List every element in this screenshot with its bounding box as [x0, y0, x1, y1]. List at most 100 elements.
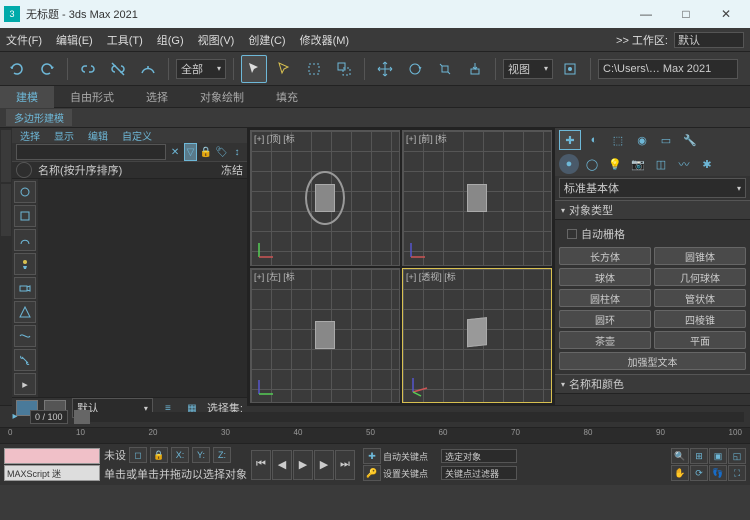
viewport-top[interactable]: [+] [顶] [标	[250, 130, 400, 266]
filter-light-icon[interactable]	[14, 253, 36, 275]
goto-end-button[interactable]: ⏭	[335, 450, 355, 480]
autokey-toggle[interactable]: ✚	[363, 448, 381, 464]
dock-tab[interactable]	[1, 130, 11, 182]
filter-geometry-icon[interactable]	[14, 205, 36, 227]
viewport-perspective[interactable]: [+] [透视] [标	[402, 268, 552, 404]
modify-tab[interactable]: ◐	[583, 130, 605, 150]
scene-tab-edit[interactable]: 编辑	[88, 128, 108, 143]
workzone-input[interactable]	[674, 32, 744, 48]
project-path[interactable]: C:\Users\… Max 2021	[598, 59, 738, 79]
ribbon-tab-populate[interactable]: 填充	[260, 86, 314, 108]
isolate-icon[interactable]: ◻	[129, 447, 147, 463]
next-frame-button[interactable]: ▶	[314, 450, 334, 480]
play-button[interactable]: ▶	[293, 450, 313, 480]
maximize-viewport-button[interactable]: ⛶	[728, 465, 746, 481]
motion-tab[interactable]: ◉	[631, 130, 653, 150]
torus-button[interactable]: 圆环	[559, 310, 651, 328]
category-dropdown[interactable]: 标准基本体	[559, 178, 746, 198]
rollout-name-color[interactable]: 名称和颜色	[555, 374, 750, 394]
goto-start-button[interactable]: ⏮	[251, 450, 271, 480]
select-button[interactable]	[241, 55, 267, 83]
select-name-button[interactable]	[271, 55, 297, 83]
ref-coord-dropdown[interactable]: 视图	[503, 59, 553, 79]
menu-group[interactable]: 组(G)	[157, 32, 184, 48]
redo-button[interactable]	[34, 55, 60, 83]
timeline-ruler[interactable]: 0102030405060708090100	[0, 427, 750, 443]
link-button[interactable]	[75, 55, 101, 83]
pyramid-button[interactable]: 四棱锥	[654, 310, 746, 328]
textplus-button[interactable]: 加强型文本	[559, 352, 746, 370]
helpers-icon[interactable]: ◫	[651, 154, 671, 174]
filter-spacewarp-icon[interactable]	[14, 325, 36, 347]
clear-search-button[interactable]: ✕	[169, 143, 181, 161]
viewport-label[interactable]: [+] [左] [标	[254, 270, 295, 283]
filter-helper-icon[interactable]	[14, 301, 36, 323]
rotate-button[interactable]	[402, 55, 428, 83]
zoom-region-button[interactable]: ◱	[728, 448, 746, 464]
close-button[interactable]: ✕	[706, 0, 746, 28]
orbit-button[interactable]: ⟳	[690, 465, 708, 481]
move-button[interactable]	[372, 55, 398, 83]
menu-view[interactable]: 视图(V)	[198, 32, 235, 48]
xyz-icon[interactable]: X:	[171, 447, 189, 463]
time-thumb[interactable]	[74, 410, 90, 424]
menu-tools[interactable]: 工具(T)	[107, 32, 143, 48]
display-tab[interactable]: ▭	[655, 130, 677, 150]
menu-edit[interactable]: 编辑(E)	[56, 32, 93, 48]
expand-timeline-icon[interactable]: ▸	[6, 408, 24, 426]
cone-button[interactable]: 圆锥体	[654, 247, 746, 265]
plane-button[interactable]: 平面	[654, 331, 746, 349]
create-tab[interactable]: ✚	[559, 130, 581, 150]
scale-button[interactable]	[432, 55, 458, 83]
lights-icon[interactable]: 💡	[605, 154, 625, 174]
filter-button[interactable]: ▽	[184, 143, 197, 161]
scene-tab-custom[interactable]: 自定义	[122, 128, 152, 143]
hierarchy-tab[interactable]: ⬚	[607, 130, 629, 150]
time-track[interactable]	[74, 412, 744, 422]
ribbon-tab-selection[interactable]: 选择	[130, 86, 184, 108]
cylinder-button[interactable]: 圆柱体	[559, 289, 651, 307]
column-name[interactable]: 名称(按升序排序)	[38, 162, 122, 178]
zoom-extents-button[interactable]: ▣	[709, 448, 727, 464]
minimize-button[interactable]: —	[626, 0, 666, 28]
viewport-label[interactable]: [+] [前] [标	[406, 132, 447, 145]
xyz-icon[interactable]: Z:	[213, 447, 231, 463]
teapot-button[interactable]: 茶壶	[559, 331, 651, 349]
setkey-button[interactable]: 🔑	[363, 465, 381, 481]
viewport-label[interactable]: [+] [透视] [标	[406, 270, 456, 283]
keymode-dropdown[interactable]: 选定对象	[441, 449, 517, 463]
dock-tab[interactable]	[1, 184, 11, 236]
window-crossing-button[interactable]	[331, 55, 357, 83]
sort-icon[interactable]: ↕	[231, 143, 243, 161]
spacewarps-icon[interactable]: 〰	[674, 154, 694, 174]
maxscript-mini[interactable]	[4, 448, 100, 464]
viewport-left[interactable]: [+] [左] [标	[250, 268, 400, 404]
pan-button[interactable]: ✋	[671, 465, 689, 481]
column-freeze[interactable]: 冻结	[221, 162, 243, 178]
menu-file[interactable]: 文件(F)	[6, 32, 42, 48]
bind-button[interactable]	[135, 55, 161, 83]
viewport-front[interactable]: [+] [前] [标	[402, 130, 552, 266]
undo-button[interactable]	[4, 55, 30, 83]
poly-modeling-tab[interactable]: 多边形建模	[6, 109, 72, 126]
utilities-tab[interactable]: 🔧	[679, 130, 701, 150]
rollout-object-type[interactable]: 对象类型	[555, 200, 750, 220]
maxscript-listener[interactable]: MAXScript 迷	[4, 465, 100, 481]
ribbon-tab-freeform[interactable]: 自由形式	[54, 86, 130, 108]
frame-display[interactable]: 0 / 100	[30, 410, 68, 424]
geometry-icon[interactable]: ●	[559, 154, 579, 174]
ribbon-tab-modeling[interactable]: 建模	[0, 86, 54, 108]
filter-expand-icon[interactable]: ▸	[14, 373, 36, 395]
maximize-button[interactable]: □	[666, 0, 706, 28]
systems-icon[interactable]: ✱	[697, 154, 717, 174]
filter-all-icon[interactable]	[14, 181, 36, 203]
rect-select-button[interactable]	[301, 55, 327, 83]
scene-search-input[interactable]	[16, 144, 166, 160]
place-button[interactable]	[462, 55, 488, 83]
visibility-icon[interactable]	[16, 162, 32, 178]
viewport-label[interactable]: [+] [顶] [标	[254, 132, 295, 145]
walk-button[interactable]: 👣	[709, 465, 727, 481]
box-button[interactable]: 长方体	[559, 247, 651, 265]
scene-tab-select[interactable]: 选择	[20, 128, 40, 143]
autogrid-checkbox[interactable]	[567, 229, 577, 239]
